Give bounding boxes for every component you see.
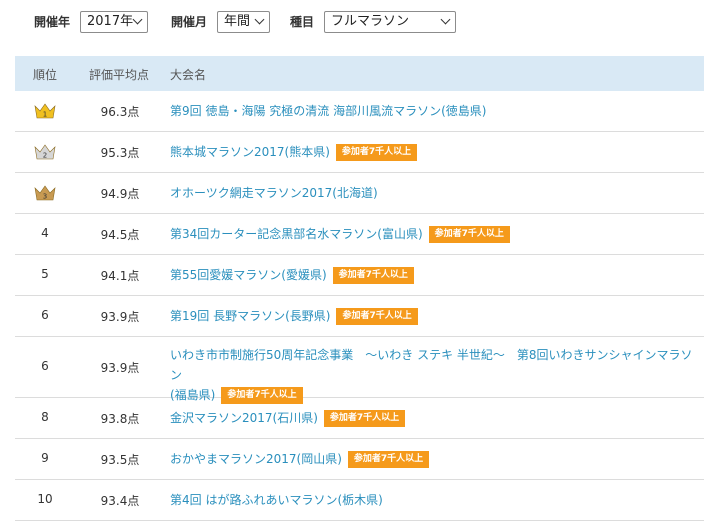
race-name-link[interactable]: おかやまマラソン2017(岡山県)	[170, 452, 342, 466]
race-name-link[interactable]: 第34回カーター記念黒部名水マラソン(富山県)	[170, 227, 423, 241]
rank-value: 10	[37, 492, 53, 506]
score-value: 93.8点	[100, 412, 140, 426]
rank-value: 5	[41, 267, 49, 281]
score-value: 94.1点	[100, 269, 140, 283]
year-select[interactable]: 2017年	[80, 11, 148, 33]
race-name-cell: いわき市市制施行50周年記念事業 ～いわき ステキ 半世紀～ 第8回いわきサンシ…	[170, 345, 700, 405]
year-select-value: 2017年	[87, 14, 134, 29]
type-label: 種目	[290, 15, 315, 29]
rank-value: 6	[41, 308, 49, 322]
type-select[interactable]: フルマラソン	[324, 11, 456, 33]
race-name-link[interactable]: 第55回愛媛マラソン(愛媛県)	[170, 268, 327, 282]
chevron-down-icon	[254, 14, 265, 25]
participants-badge: 参加者7千人以上	[428, 226, 510, 243]
table-row: 1 96.3点 第9回 徳島・海陽 究極の清流 海部川風流マラソン(徳島県)	[15, 91, 704, 132]
participants-badge: 参加者7千人以上	[332, 267, 414, 284]
table-body: 1 96.3点 第9回 徳島・海陽 究極の清流 海部川風流マラソン(徳島県) 2 95.…	[15, 91, 704, 521]
race-name-cell: 第19回 長野マラソン(長野県) 参加者7千人以上	[170, 306, 700, 326]
table-row: 8 93.8点 金沢マラソン2017(石川県) 参加者7千人以上	[15, 398, 704, 439]
crown-rank: 3	[43, 193, 47, 201]
table-row: 4 94.5点 第34回カーター記念黒部名水マラソン(富山県) 参加者7千人以上	[15, 214, 704, 255]
header-rank: 順位	[33, 68, 58, 82]
race-name-link[interactable]: いわき市市制施行50周年記念事業 ～いわき ステキ 半世紀～ 第8回いわきサンシ…	[170, 348, 693, 382]
score-value: 93.9点	[100, 310, 140, 324]
month-label: 開催月	[171, 15, 208, 29]
score-value: 96.3点	[100, 105, 140, 119]
chevron-down-icon	[132, 14, 143, 25]
score-value: 93.5点	[100, 453, 140, 467]
participants-badge: 参加者7千人以上	[335, 144, 418, 161]
table-row: 10 93.4点 第4回 はが路ふれあいマラソン(栃木県)	[15, 480, 704, 521]
crown-rank: 1	[43, 111, 47, 119]
race-name-cell: 第4回 はが路ふれあいマラソン(栃木県)	[170, 490, 700, 510]
participants-badge: 参加者7千人以上	[323, 410, 406, 427]
month-select-value: 年間	[224, 14, 251, 29]
participants-badge: 参加者7千人以上	[336, 308, 418, 325]
crown-rank: 2	[43, 152, 47, 160]
crown-icon: 2	[33, 143, 57, 161]
crown-icon: 1	[33, 102, 57, 120]
race-name-cell: 第9回 徳島・海陽 究極の清流 海部川風流マラソン(徳島県)	[170, 101, 700, 121]
table-row: 5 94.1点 第55回愛媛マラソン(愛媛県) 参加者7千人以上	[15, 255, 704, 296]
month-select[interactable]: 年間	[217, 11, 270, 33]
year-label: 開催年	[34, 15, 71, 29]
race-name-link[interactable]: 第19回 長野マラソン(長野県)	[170, 309, 330, 323]
header-name: 大会名	[170, 68, 207, 82]
filter-bar: 開催年 2017年 開催月 年間 種目 フルマラソン	[0, 0, 710, 46]
score-value: 94.5点	[100, 228, 140, 242]
rank-value: 8	[41, 410, 49, 424]
race-name-link[interactable]: 第4回 はが路ふれあいマラソン(栃木県)	[170, 493, 383, 507]
score-value: 93.9点	[100, 361, 140, 375]
table-row: 3 94.9点 オホーツク網走マラソン2017(北海道)	[15, 173, 704, 214]
race-name-cell: 金沢マラソン2017(石川県) 参加者7千人以上	[170, 408, 700, 428]
race-name-link[interactable]: 金沢マラソン2017(石川県)	[170, 411, 318, 425]
participants-badge: 参加者7千人以上	[347, 451, 430, 468]
race-name-cell: 第34回カーター記念黒部名水マラソン(富山県) 参加者7千人以上	[170, 224, 700, 244]
table-row: 6 93.9点 第19回 長野マラソン(長野県) 参加者7千人以上	[15, 296, 704, 337]
race-name-cell: おかやまマラソン2017(岡山県) 参加者7千人以上	[170, 449, 700, 469]
table-header: 順位 評価平均点 大会名	[15, 56, 704, 91]
header-score: 評価平均点	[89, 68, 150, 82]
race-name-link[interactable]: 第9回 徳島・海陽 究極の清流 海部川風流マラソン(徳島県)	[170, 104, 486, 118]
crown-icon: 3	[33, 184, 57, 202]
table-row: 9 93.5点 おかやまマラソン2017(岡山県) 参加者7千人以上	[15, 439, 704, 480]
score-value: 95.3点	[100, 146, 140, 160]
race-name-cell: オホーツク網走マラソン2017(北海道)	[170, 183, 700, 203]
race-name-link[interactable]: オホーツク網走マラソン2017(北海道)	[170, 186, 378, 200]
rank-value: 6	[41, 359, 49, 373]
ranking-table: 順位 評価平均点 大会名 1 96.3点 第9回 徳島・海陽 究極の清流 海部川風流…	[15, 56, 704, 521]
type-select-value: フルマラソン	[331, 14, 410, 29]
chevron-down-icon	[440, 14, 451, 25]
rank-value: 4	[41, 226, 49, 240]
table-row: 2 95.3点 熊本城マラソン2017(熊本県) 参加者7千人以上	[15, 132, 704, 173]
race-name-link[interactable]: 熊本城マラソン2017(熊本県)	[170, 145, 330, 159]
rank-value: 9	[41, 451, 49, 465]
score-value: 94.9点	[100, 187, 140, 201]
table-row: 6 93.9点 いわき市市制施行50周年記念事業 ～いわき ステキ 半世紀～ 第8回…	[15, 337, 704, 404]
race-name-cell: 熊本城マラソン2017(熊本県) 参加者7千人以上	[170, 142, 700, 162]
score-value: 93.4点	[100, 494, 140, 508]
race-name-cell: 第55回愛媛マラソン(愛媛県) 参加者7千人以上	[170, 265, 700, 285]
